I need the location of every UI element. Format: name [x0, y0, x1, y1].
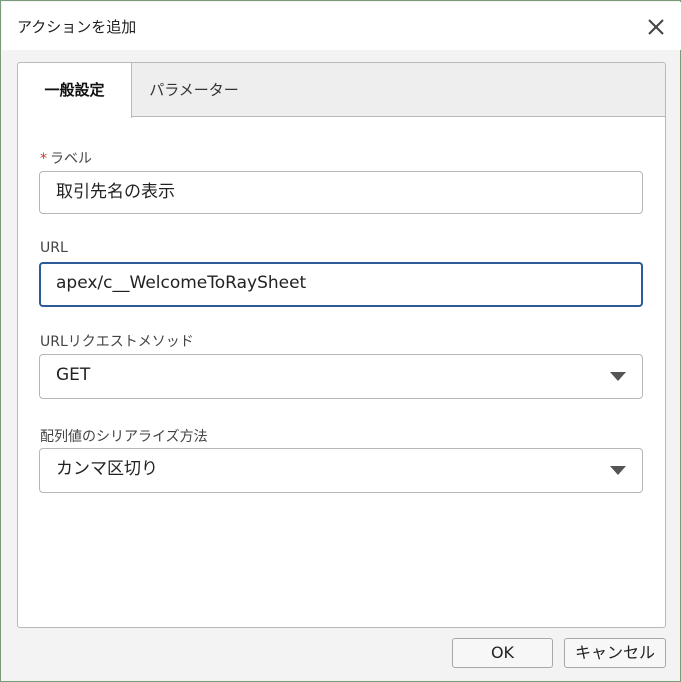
ok-button[interactable]: OK — [452, 638, 553, 668]
label-input[interactable]: 取引先名の表示 — [39, 171, 643, 214]
label-field-label-text: ラベル — [50, 151, 92, 167]
url-input[interactable]: apex/c__WelcomeToRaySheet — [39, 262, 643, 307]
settings-panel: 一般設定 パラメーター * ラベル 取引先名の表示 URL apex/c__Wel… — [17, 62, 666, 628]
required-mark: * — [40, 151, 47, 167]
serialize-field-label: 配列値のシリアライズ方法 — [40, 429, 208, 445]
close-button[interactable] — [645, 16, 667, 38]
add-action-dialog: アクションを追加 一般設定 パラメーター * ラベル 取引先名の表示 URL ap… — [0, 0, 681, 682]
method-field-label: URLリクエストメソッド — [40, 334, 194, 350]
cancel-button[interactable]: キャンセル — [564, 638, 666, 668]
close-icon — [648, 19, 664, 35]
serialize-select[interactable]: カンマ区切り — [39, 448, 643, 493]
tab-parameters[interactable]: パラメーター — [132, 63, 256, 118]
dialog-titlebar: アクションを追加 — [2, 2, 681, 50]
chevron-down-icon — [610, 372, 626, 381]
dialog-title: アクションを追加 — [17, 18, 137, 36]
url-field-label: URL — [40, 240, 68, 256]
method-select-value: GET — [56, 365, 91, 385]
chevron-down-icon — [610, 466, 626, 475]
tab-general-settings[interactable]: 一般設定 — [18, 63, 132, 118]
method-select[interactable]: GET — [39, 354, 643, 399]
label-field-label: * ラベル — [40, 148, 92, 168]
serialize-select-value: カンマ区切り — [56, 459, 158, 479]
tab-strip: 一般設定 パラメーター — [18, 63, 665, 118]
